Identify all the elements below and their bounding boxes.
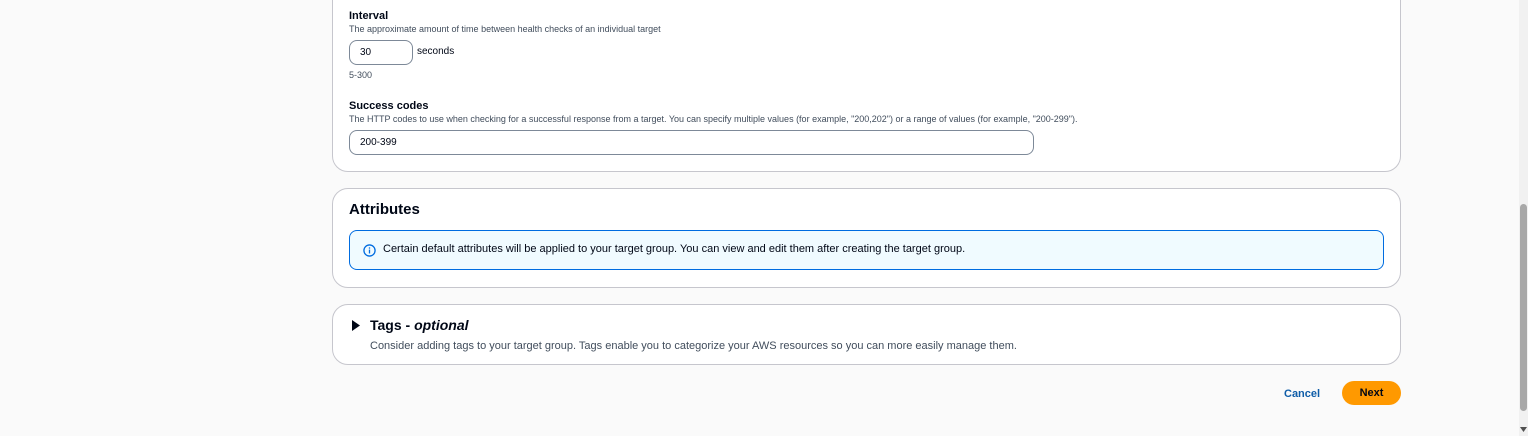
tags-description: Consider adding tags to your target grou… [370,340,1017,352]
success-codes-description: The HTTP codes to use when checking for … [349,114,1078,124]
info-icon [363,244,376,257]
caret-right-icon [352,319,360,331]
interval-input[interactable]: 30 [349,40,413,65]
attributes-panel: Attributes Certain default attributes wi… [332,188,1401,288]
tags-expand-toggle[interactable]: Tags - optional [351,317,469,333]
next-button[interactable]: Next [1342,381,1401,405]
tags-title-main: Tags - [370,317,415,333]
scroll-down-arrow-icon[interactable] [1520,427,1527,433]
attributes-title: Attributes [349,201,420,218]
health-check-settings-panel: Interval The approximate amount of time … [332,0,1401,172]
interval-constraint: 5-300 [349,70,373,80]
tags-title: Tags - optional [370,317,469,333]
tags-panel: Tags - optional Consider adding tags to … [332,304,1401,365]
success-codes-input[interactable]: 200-399 [349,130,1034,155]
scrollbar-thumb[interactable] [1520,204,1527,411]
attributes-info-alert: Certain default attributes will be appli… [349,230,1384,270]
cancel-button[interactable]: Cancel [1276,383,1328,405]
attributes-info-text: Certain default attributes will be appli… [383,243,966,255]
interval-unit: seconds [417,46,455,57]
interval-description: The approximate amount of time between h… [349,24,661,34]
interval-label: Interval [349,10,389,22]
tags-title-optional: optional [414,317,469,333]
success-codes-label: Success codes [349,100,429,112]
